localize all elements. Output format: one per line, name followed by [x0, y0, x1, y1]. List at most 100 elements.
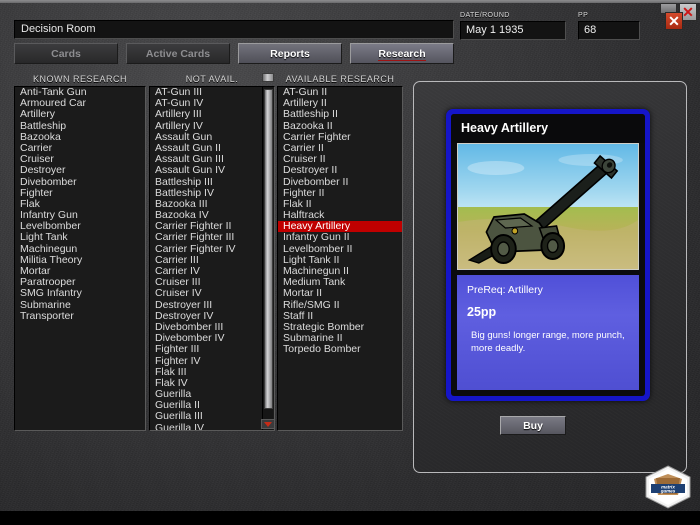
- available-research-item[interactable]: Divebomber II: [278, 177, 402, 188]
- known-research-item[interactable]: Light Tank: [15, 232, 145, 243]
- tab-active-cards[interactable]: Active Cards: [126, 43, 230, 64]
- available-research-item[interactable]: Bazooka II: [278, 121, 402, 132]
- not-available-item[interactable]: Assault Gun IV: [150, 165, 274, 176]
- not-available-item[interactable]: Carrier III: [150, 255, 274, 266]
- available-research-item[interactable]: Strategic Bomber: [278, 322, 402, 333]
- not-available-item[interactable]: Guerilla II: [150, 400, 274, 411]
- tab-cards[interactable]: Cards: [14, 43, 118, 64]
- not-available-item[interactable]: AT-Gun IV: [150, 98, 274, 109]
- not-available-listbox[interactable]: AT-Gun III AT-Gun IV Artillery III Artiller…: [149, 86, 275, 431]
- available-research-item[interactable]: Mortar II: [278, 288, 402, 299]
- buy-button[interactable]: Buy: [500, 416, 566, 435]
- not-available-item[interactable]: Assault Gun III: [150, 154, 274, 165]
- available-research-item[interactable]: Light Tank II: [278, 255, 402, 266]
- known-research-item[interactable]: Flak: [15, 199, 145, 210]
- available-research-item[interactable]: Battleship II: [278, 109, 402, 120]
- available-research-item[interactable]: Machinegun II: [278, 266, 402, 277]
- available-research-item[interactable]: AT-Gun II: [278, 87, 402, 98]
- known-research-item[interactable]: SMG Infantry: [15, 288, 145, 299]
- known-research-item[interactable]: Fighter: [15, 188, 145, 199]
- available-research-item[interactable]: Artillery II: [278, 98, 402, 109]
- known-research-item[interactable]: Militia Theory: [15, 255, 145, 266]
- artillery-gun-illustration: [457, 143, 639, 270]
- available-research-item[interactable]: Fighter II: [278, 188, 402, 199]
- not-available-item[interactable]: Destroyer III: [150, 300, 274, 311]
- not-available-item[interactable]: Bazooka III: [150, 199, 274, 210]
- known-research-item[interactable]: Bazooka: [15, 132, 145, 143]
- not-available-item[interactable]: Guerilla III: [150, 411, 274, 422]
- available-research-item[interactable]: Submarine II: [278, 333, 402, 344]
- known-research-item[interactable]: Battleship: [15, 121, 145, 132]
- known-research-item[interactable]: Divebomber: [15, 177, 145, 188]
- known-research-column: KNOWN RESEARCH Anti-Tank Gun Armoured Car…: [14, 72, 146, 431]
- not-available-item[interactable]: Fighter III: [150, 344, 274, 355]
- known-research-item[interactable]: Destroyer: [15, 165, 145, 176]
- not-available-item[interactable]: Carrier IV: [150, 266, 274, 277]
- known-research-item[interactable]: Mortar: [15, 266, 145, 277]
- date-round-group: DATE/ROUND May 1 1935: [460, 12, 566, 40]
- not-available-item[interactable]: Artillery IV: [150, 121, 274, 132]
- known-research-item[interactable]: Carrier: [15, 143, 145, 154]
- not-available-item[interactable]: Carrier Fighter II: [150, 221, 274, 232]
- not-available-item[interactable]: Battleship IV: [150, 188, 274, 199]
- not-available-item[interactable]: Destroyer IV: [150, 311, 274, 322]
- not-available-item[interactable]: Carrier Fighter III: [150, 232, 274, 243]
- not-available-scrollbar[interactable]: [262, 87, 273, 430]
- known-research-item[interactable]: Infantry Gun: [15, 210, 145, 221]
- card-description: Big guns! longer range, more punch, more…: [471, 330, 625, 354]
- not-available-item[interactable]: Flak IV: [150, 378, 274, 389]
- card-cost: 25pp: [467, 305, 497, 319]
- available-research-item[interactable]: Infantry Gun II: [278, 232, 402, 243]
- not-available-item[interactable]: Cruiser III: [150, 277, 274, 288]
- available-research-item[interactable]: Carrier II: [278, 143, 402, 154]
- available-research-item[interactable]: Levelbomber II: [278, 244, 402, 255]
- available-research-item[interactable]: Cruiser II: [278, 154, 402, 165]
- available-research-item[interactable]: Halftrack: [278, 210, 402, 221]
- scrollbar-up-cap[interactable]: [262, 73, 274, 82]
- known-research-item[interactable]: Armoured Car: [15, 98, 145, 109]
- known-research-item[interactable]: Paratrooper: [15, 277, 145, 288]
- tab-reports[interactable]: Reports: [238, 43, 342, 64]
- available-research-title: AVAILABLE RESEARCH: [285, 74, 395, 84]
- available-research-item[interactable]: Torpedo Bomber: [278, 344, 402, 355]
- known-research-item[interactable]: Machinegun: [15, 244, 145, 255]
- scroll-down-arrow-icon[interactable]: [261, 419, 275, 429]
- scrollbar-thumb[interactable]: [264, 89, 273, 409]
- available-research-item[interactable]: Medium Tank: [278, 277, 402, 288]
- available-research-item[interactable]: Staff II: [278, 311, 402, 322]
- pp-group: PP 68: [578, 12, 640, 40]
- known-research-item[interactable]: Transporter: [15, 311, 145, 322]
- not-available-item[interactable]: Assault Gun II: [150, 143, 274, 154]
- available-research-listbox[interactable]: AT-Gun II Artillery II Battleship II Bazook…: [277, 86, 403, 431]
- known-research-item[interactable]: Artillery: [15, 109, 145, 120]
- available-research-item[interactable]: Carrier Fighter: [278, 132, 402, 143]
- available-research-item[interactable]: Flak II: [278, 199, 402, 210]
- not-available-item[interactable]: Cruiser IV: [150, 288, 274, 299]
- not-available-item[interactable]: Guerilla: [150, 389, 274, 400]
- not-available-item[interactable]: Bazooka IV: [150, 210, 274, 221]
- not-available-item[interactable]: Divebomber IV: [150, 333, 274, 344]
- available-research-item-selected[interactable]: Heavy Artillery: [278, 221, 402, 233]
- not-available-item[interactable]: Battleship III: [150, 177, 274, 188]
- available-research-item[interactable]: Destroyer II: [278, 165, 402, 176]
- research-card: Heavy Artillery PreReq: Artillery 25pp B…: [446, 109, 650, 401]
- not-available-column: NOT AVAIL. AT-Gun III AT-Gun IV Artillery …: [149, 72, 275, 431]
- tab-research[interactable]: Research: [350, 43, 454, 64]
- known-research-item[interactable]: Submarine: [15, 300, 145, 311]
- known-research-item[interactable]: Levelbomber: [15, 221, 145, 232]
- close-icon-secondary[interactable]: ✕: [665, 12, 683, 30]
- not-available-item[interactable]: Carrier Fighter IV: [150, 244, 274, 255]
- not-available-item[interactable]: AT-Gun III: [150, 87, 274, 98]
- not-available-item[interactable]: Artillery III: [150, 109, 274, 120]
- svg-text:games: games: [660, 489, 676, 494]
- not-available-item[interactable]: Flak III: [150, 367, 274, 378]
- known-research-item[interactable]: Cruiser: [15, 154, 145, 165]
- known-research-listbox[interactable]: Anti-Tank Gun Armoured Car Artillery Battle…: [14, 86, 146, 431]
- not-available-item[interactable]: Fighter IV: [150, 356, 274, 367]
- not-available-item[interactable]: Assault Gun: [150, 132, 274, 143]
- date-round-value: May 1 1935: [460, 21, 566, 40]
- known-research-item[interactable]: Anti-Tank Gun: [15, 87, 145, 98]
- not-available-item[interactable]: Guerilla IV: [150, 423, 274, 430]
- not-available-item[interactable]: Divebomber III: [150, 322, 274, 333]
- available-research-item[interactable]: Rifle/SMG II: [278, 300, 402, 311]
